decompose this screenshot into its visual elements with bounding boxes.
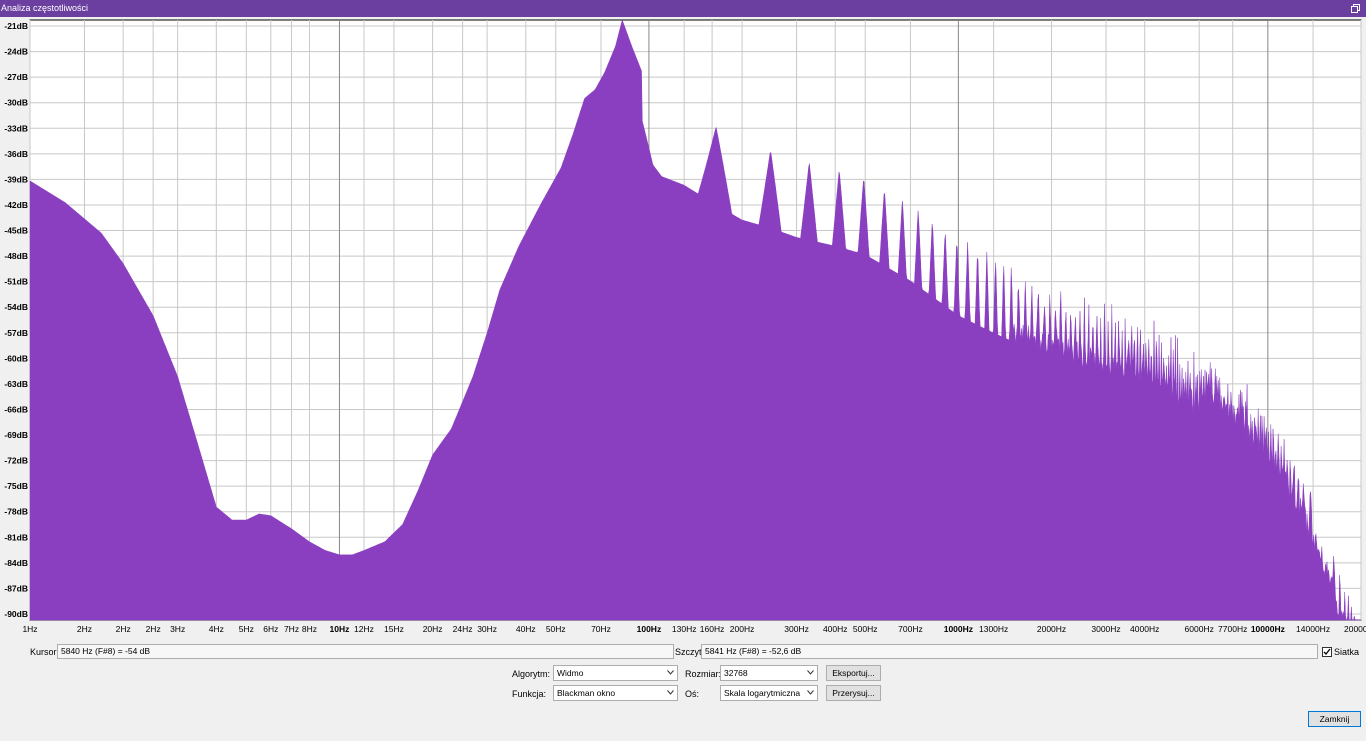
x-tick-label: 24Hz [453,624,473,634]
x-tick-label: 30Hz [477,624,497,634]
y-tick-label: -30dB [4,98,28,108]
y-tick-label: -69dB [4,430,28,440]
function-value: Blackman okno [557,688,616,698]
y-tick-label: -36dB [4,149,28,159]
peak-value-field[interactable]: 5841 Hz (F#8) = -52,6 dB [701,644,1318,659]
x-tick-label: 130Hz [672,624,697,634]
axis-label: Oś: [685,689,700,699]
x-tick-label: 300Hz [784,624,809,634]
y-tick-label: -27dB [4,72,28,82]
y-tick-label: -57dB [4,328,28,338]
chevron-down-icon [667,670,674,675]
y-tick-label: -45dB [4,226,28,236]
x-tick-label: 1000Hz [944,624,973,634]
x-tick-label: 70Hz [591,624,611,634]
x-tick-label: 14000Hz [1296,624,1330,634]
x-tick-label: 50Hz [546,624,566,634]
function-select[interactable]: Blackman okno [553,685,678,701]
cursor-value-field[interactable]: 5840 Hz (F#8) = -54 dB [57,644,674,659]
y-tick-label: -51dB [4,277,28,287]
x-tick-label: 8Hz [302,624,317,634]
x-tick-label: 1300Hz [979,624,1008,634]
x-tick-label: 6000Hz [1185,624,1214,634]
y-tick-label: -42dB [4,200,28,210]
axis-value: Skala logarytmiczna [724,688,801,698]
x-tick-label: 2000Hz [1037,624,1066,634]
x-tick-label: 40Hz [516,624,536,634]
chevron-down-icon [807,670,814,675]
y-tick-label: -63dB [4,379,28,389]
x-tick-label: 3000Hz [1091,624,1120,634]
y-tick-label: -81dB [4,532,28,542]
x-tick-label: 2Hz [146,624,161,634]
export-button[interactable]: Eksportuj... [826,665,881,681]
x-tick-label: 100Hz [637,624,662,634]
axis-select[interactable]: Skala logarytmiczna [720,685,818,701]
x-tick-label: 20000Hz [1344,624,1366,634]
algorithm-value: Widmo [557,668,584,678]
y-tick-label: -24dB [4,47,28,57]
grid-checkbox[interactable] [1322,647,1332,657]
algorithm-label: Algorytm: [512,669,551,679]
spectrum-chart[interactable]: -21dB -24dB -27dB -30dB -33dB -36dB -39dB -42dB… [0,17,1366,641]
x-tick-label: 700Hz [898,624,923,634]
x-tick-label: 4000Hz [1130,624,1159,634]
size-select[interactable]: 32768 [720,665,818,681]
checkmark-icon [1323,648,1331,655]
x-tick-label: 2Hz [116,624,131,634]
x-tick-label: 12Hz [354,624,374,634]
x-tick-label: 10Hz [330,624,350,634]
x-tick-label: 400Hz [823,624,848,634]
y-tick-label: -60dB [4,353,28,363]
chevron-down-icon [667,690,674,695]
x-tick-label: 1Hz [22,624,37,634]
x-tick-label: 15Hz [384,624,404,634]
replot-button[interactable]: Przerysuj... [826,685,881,701]
y-tick-label: -72dB [4,456,28,466]
y-tick-label: -90dB [4,609,28,619]
x-tick-label: 160Hz [700,624,725,634]
x-tick-label: 10000Hz [1251,624,1285,634]
grid-label: Siatka [1334,647,1360,657]
x-tick-label: 200Hz [730,624,755,634]
x-axis-labels: 1Hz 2Hz 2Hz 2Hz 3Hz 4Hz 5Hz 6Hz 7Hz 8Hz 10Hz 12Hz 15… [22,624,1366,634]
y-axis-labels: -21dB -24dB -27dB -30dB -33dB -36dB -39dB -42dB… [4,21,28,619]
x-tick-label: 6Hz [263,624,278,634]
restore-button[interactable] [1348,1,1362,15]
x-tick-label: 4Hz [209,624,224,634]
x-tick-label: 500Hz [853,624,878,634]
cursor-label: Kursor: [30,647,60,657]
y-tick-label: -21dB [4,21,28,31]
x-tick-label: 3Hz [170,624,185,634]
title-bar: Analiza częstotliwości [0,0,1366,17]
x-tick-label: 2Hz [77,624,92,634]
y-tick-label: -54dB [4,302,28,312]
y-tick-label: -87dB [4,583,28,593]
x-tick-label: 20Hz [423,624,443,634]
y-tick-label: -75dB [4,481,28,491]
y-tick-label: -84dB [4,558,28,568]
x-tick-label: 7Hz [284,624,299,634]
window-title: Analiza częstotliwości [1,3,89,13]
function-label: Funkcja: [512,689,547,699]
restore-icon [1350,3,1360,13]
size-label: Rozmiar: [685,669,722,679]
size-value: 32768 [724,668,748,678]
y-tick-label: -33dB [4,123,28,133]
x-tick-label: 7700Hz [1218,624,1247,634]
y-tick-label: -48dB [4,251,28,261]
chevron-down-icon [807,690,814,695]
y-tick-label: -78dB [4,507,28,517]
y-tick-label: -66dB [4,404,28,414]
close-button[interactable]: Zamknij [1308,711,1361,727]
x-tick-label: 5Hz [239,624,254,634]
algorithm-select[interactable]: Widmo [553,665,678,681]
peak-label: Szczyt: [675,647,705,657]
y-tick-label: -39dB [4,174,28,184]
